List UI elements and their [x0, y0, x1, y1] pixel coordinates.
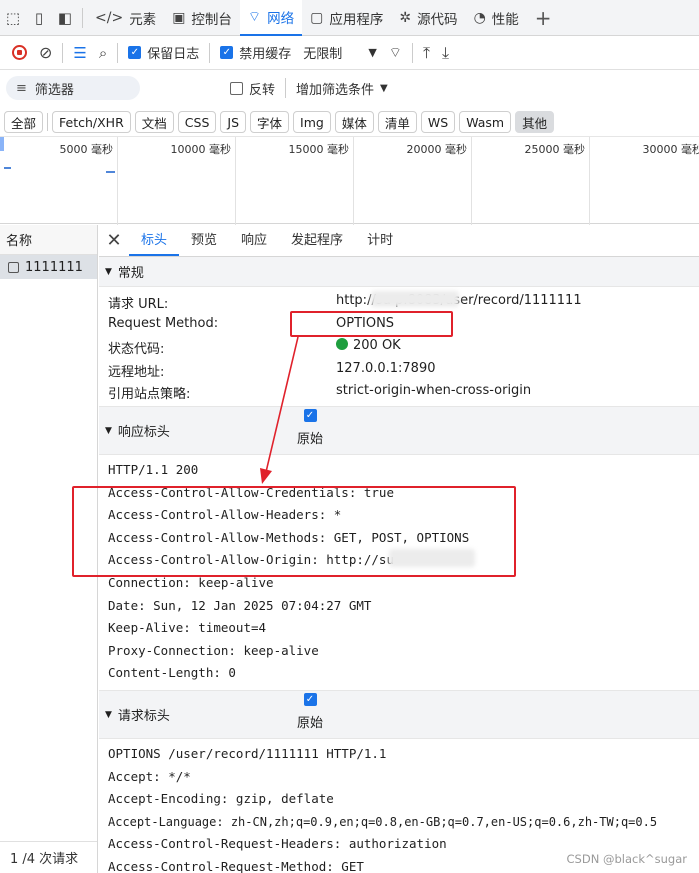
watermark: CSDN @black^sugar	[566, 852, 687, 866]
annotation-arrow-icon	[260, 336, 299, 484]
